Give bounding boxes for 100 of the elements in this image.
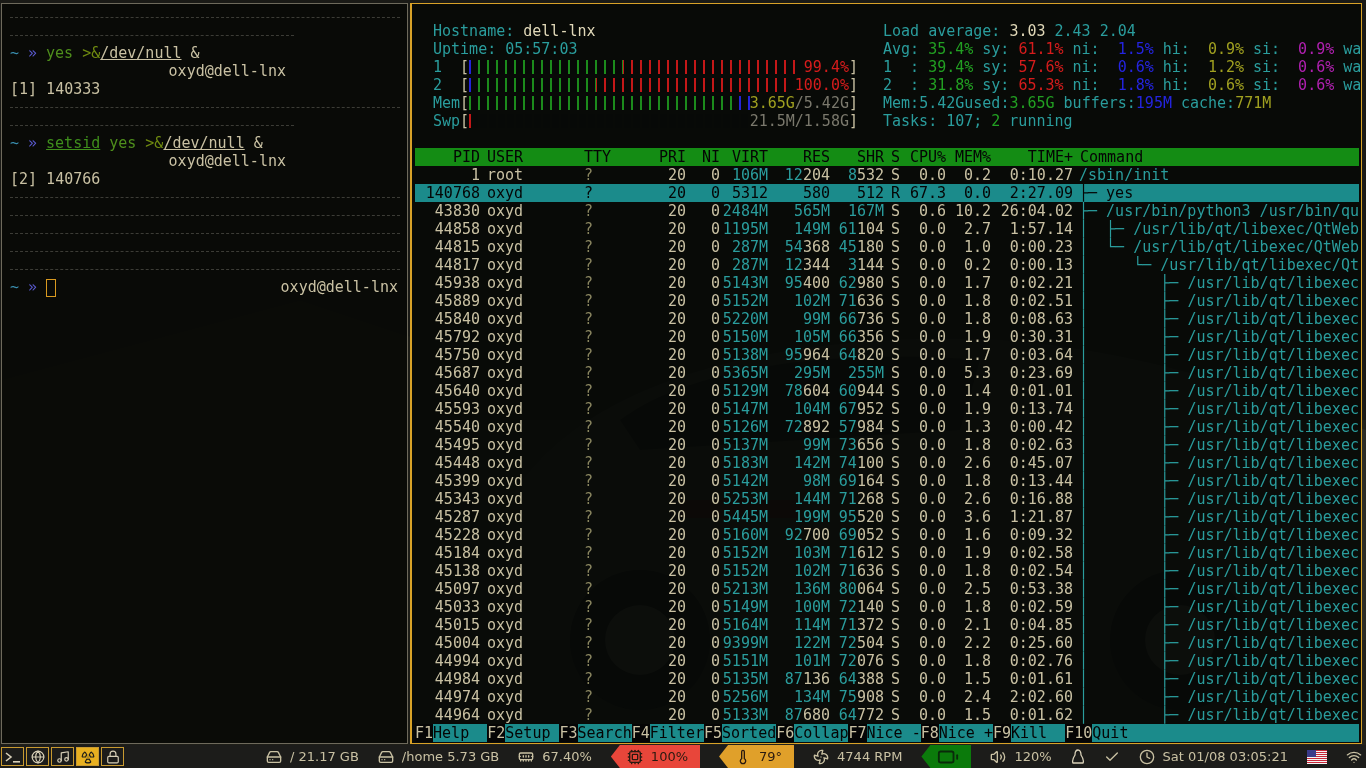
process-row[interactable]: 45015 oxyd ? 20 0 5164M 114M 71372 S 0.0 2.1 0:04.85 │ ├─ /usr/lib/qt/libexec: [415, 616, 1359, 634]
table-cell-text: 0: [709, 670, 720, 688]
process-row[interactable]: 45097 oxyd ? 20 0 5213M 136M 80064 S 0.0 2.5 0:53.38 │ ├─ /usr/lib/qt/libexec: [415, 580, 1359, 598]
table-cell-text: │ ├─ /usr/lib/qt/libexec: [1078, 472, 1359, 490]
column-header[interactable]: VIRT: [720, 148, 768, 166]
process-row[interactable]: 45750 oxyd ? 20 0 5138M 95964 64820 S 0.0 1.7 0:03.64 │ ├─ /usr/lib/qt/libexec: [415, 346, 1359, 364]
process-row[interactable]: 140768 oxyd ? 20 0 5312 580 512 R 67.3 0.0 2:27.09 ├─ yes: [415, 184, 1359, 202]
process-row[interactable]: 45343 oxyd ? 20 0 5253M 144M 71268 S 0.0 2.6 0:16.88 │ ├─ /usr/lib/qt/libexec: [415, 490, 1359, 508]
process-row[interactable]: 45540 oxyd ? 20 0 5126M 72892 57984 S 0.0 1.3 0:00.42 │ ├─ /usr/lib/qt/libexec: [415, 418, 1359, 436]
function-key-button[interactable]: Filter: [649, 724, 704, 742]
table-cell-text: 5213M: [721, 580, 768, 598]
column-header[interactable]: RES: [768, 148, 830, 166]
process-row[interactable]: 44858 oxyd ? 20 0 1195M 149M 61104 S 0.0 2.7 1:57.14 │ ├─ /usr/lib/qt/libexec/QtWeb: [415, 220, 1359, 238]
process-row[interactable]: 45033 oxyd ? 20 0 5149M 100M 72140 S 0.0 1.8 0:02.59 │ ├─ /usr/lib/qt/libexec: [415, 598, 1359, 616]
table-cell-text: 114M: [792, 616, 830, 634]
process-row[interactable]: 45495 oxyd ? 20 0 5137M 99M 73656 S 0.0 1.8 0:02.63 │ ├─ /usr/lib/qt/libexec: [415, 436, 1359, 454]
status-text: 79°: [759, 749, 783, 764]
process-row[interactable]: 45640 oxyd ? 20 0 5129M 78604 60944 S 0.0 1.4 0:01.01 │ ├─ /usr/lib/qt/libexec: [415, 382, 1359, 400]
function-key-button[interactable]: Setup: [505, 724, 560, 742]
info-text: 1.2%: [1206, 58, 1244, 76]
table-cell-text: S: [890, 382, 901, 400]
process-row[interactable]: 44984 oxyd ? 20 0 5135M 87136 64388 S 0.0 1.5 0:01.61 │ ├─ /usr/lib/qt/libexec: [415, 670, 1359, 688]
table-cell-text: S: [890, 310, 901, 328]
prompt-directory: ~: [10, 278, 20, 296]
meter-label: Mem: [433, 94, 461, 112]
function-key-button[interactable]: Nice -: [866, 724, 921, 742]
process-row[interactable]: 44994 oxyd ? 20 0 5151M 101M 72076 S 0.0 1.8 0:02.76 │ ├─ /usr/lib/qt/libexec: [415, 652, 1359, 670]
table-cell-text: ?: [583, 562, 595, 580]
function-key-button[interactable]: Sorted: [722, 724, 777, 742]
table-cell-text: 54368: [783, 238, 830, 256]
table-cell-text: 66736: [837, 310, 884, 328]
column-header[interactable]: Command: [1073, 148, 1359, 166]
workspace-button[interactable]: [1, 747, 24, 766]
table-cell-text: 2:27.09: [1008, 184, 1073, 202]
column-header[interactable]: CPU%: [901, 148, 946, 166]
process-row[interactable]: 45889 oxyd ? 20 0 5152M 102M 71636 S 0.0 1.8 0:02.51 │ ├─ /usr/lib/qt/libexec: [415, 292, 1359, 310]
process-row[interactable]: 45593 oxyd ? 20 0 5147M 104M 67952 S 0.0 1.9 0:13.74 │ ├─ /usr/lib/qt/libexec: [415, 400, 1359, 418]
process-row[interactable]: 45938 oxyd ? 20 0 5143M 95400 62980 S 0.0 1.7 0:02.21 │ ├─ /usr/lib/qt/libexec: [415, 274, 1359, 292]
column-header[interactable]: S: [884, 148, 901, 166]
table-cell-text: 5256M: [721, 688, 768, 706]
function-key-button[interactable]: Quit: [1092, 724, 1359, 742]
column-header[interactable]: TIME+: [991, 148, 1073, 166]
process-row[interactable]: 45687 oxyd ? 20 0 5365M 295M 255M S 0.0 5.3 0:23.69 │ ├─ /usr/lib/qt/libexec: [415, 364, 1359, 382]
process-row[interactable]: 43830 oxyd ? 20 0 2484M 565M 167M S 0.6 10.2 26:04.02 ├─ /usr/bin/python3 /usr/bin/qu: [415, 202, 1359, 220]
table-cell-text: 43830: [433, 202, 480, 220]
process-row[interactable]: 44964 oxyd ? 20 0 5133M 87680 64772 S 0.0 1.5 0:01.62 │ ├─ /usr/lib/qt/libexec: [415, 706, 1359, 724]
table-cell-text: 5135M: [721, 670, 768, 688]
process-row[interactable]: 1 root ? 20 0 106M 12204 8532 S 0.0 0.2 0:10.27 /sbin/init: [415, 166, 1359, 184]
table-cell-text: oxyd: [486, 400, 525, 418]
process-row[interactable]: 45184 oxyd ? 20 0 5152M 103M 71612 S 0.0 1.9 0:02.58 │ ├─ /usr/lib/qt/libexec: [415, 544, 1359, 562]
table-cell-text: 0:23.69: [1008, 364, 1073, 382]
table-cell-text: 1.9: [962, 544, 991, 562]
process-row[interactable]: 45138 oxyd ? 20 0 5152M 102M 71636 S 0.0 1.8 0:02.54 │ ├─ /usr/lib/qt/libexec: [415, 562, 1359, 580]
process-row[interactable]: 45448 oxyd ? 20 0 5183M 142M 74100 S 0.0 2.6 0:45.07 │ ├─ /usr/lib/qt/libexec: [415, 454, 1359, 472]
workspace-button[interactable]: [26, 747, 49, 766]
process-row[interactable]: 44974 oxyd ? 20 0 5256M 134M 75908 S 0.0 2.4 2:02.60 │ ├─ /usr/lib/qt/libexec: [415, 688, 1359, 706]
process-row[interactable]: 44817 oxyd ? 20 0 287M 12344 3144 S 0.0 0.2 0:00.13 │ └─ /usr/lib/qt/libexec/Qt: [415, 256, 1359, 274]
table-cell-text: │ ├─ /usr/lib/qt/libexec: [1078, 418, 1359, 436]
workspace-button[interactable]: [101, 747, 124, 766]
process-row[interactable]: 45792 oxyd ? 20 0 5150M 105M 66356 S 0.0 1.9 0:30.31 │ ├─ /usr/lib/qt/libexec: [415, 328, 1359, 346]
table-cell-text: 0: [709, 652, 720, 670]
table-cell-text: │ ├─ /usr/lib/qt/libexec: [1078, 580, 1359, 598]
process-row[interactable]: 44815 oxyd ? 20 0 287M 54368 45180 S 0.0 1.0 0:00.23 │ └─ /usr/lib/qt/libexec/QtWeb: [415, 238, 1359, 256]
column-header[interactable]: SHR: [830, 148, 884, 166]
table-cell-text: S: [890, 238, 901, 256]
command-token: /dev/null: [100, 44, 182, 62]
info-text: Uptime:: [433, 40, 497, 58]
command-token: yes: [109, 134, 137, 152]
function-key-button[interactable]: Nice +: [938, 724, 993, 742]
table-cell-text: 0: [709, 310, 720, 328]
function-key-button[interactable]: Collap: [794, 724, 849, 742]
info-text: 0.9%: [1297, 40, 1335, 58]
table-cell-text: ├─ /usr/bin/python3 /usr/bin/qu: [1078, 202, 1359, 220]
table-cell-text: 20: [666, 598, 686, 616]
function-key-button[interactable]: Search: [577, 724, 632, 742]
column-header[interactable]: MEM%: [946, 148, 991, 166]
column-header[interactable]: PRI: [641, 148, 686, 166]
process-row[interactable]: 45287 oxyd ? 20 0 5445M 199M 95520 S 0.0 3.6 1:21.87 │ ├─ /usr/lib/qt/libexec: [415, 508, 1359, 526]
table-cell-text: 8532: [846, 166, 884, 184]
table-cell-text: 9399M: [721, 634, 768, 652]
process-row[interactable]: 45228 oxyd ? 20 0 5160M 92700 69052 S 0.0 1.6 0:09.32 │ ├─ /usr/lib/qt/libexec: [415, 526, 1359, 544]
function-key-button[interactable]: Help: [433, 724, 488, 742]
table-cell-text: 45015: [433, 616, 480, 634]
table-cell-text: /sbin/init: [1078, 166, 1171, 184]
workspace-button[interactable]: [76, 747, 99, 766]
info-text: 39.4%: [928, 58, 974, 76]
process-row[interactable]: 45399 oxyd ? 20 0 5142M 98M 69164 S 0.0 1.8 0:13.44 │ ├─ /usr/lib/qt/libexec: [415, 472, 1359, 490]
process-row[interactable]: 45004 oxyd ? 20 0 9399M 122M 72504 S 0.0 2.2 0:25.60 │ ├─ /usr/lib/qt/libexec: [415, 634, 1359, 652]
function-key-button[interactable]: Kill: [1011, 724, 1066, 742]
table-cell-text: 2.1: [962, 616, 991, 634]
column-header[interactable]: TTY: [577, 148, 641, 166]
column-header[interactable]: USER: [480, 148, 577, 166]
column-header[interactable]: NI: [686, 148, 720, 166]
column-header[interactable]: PID: [415, 148, 480, 166]
table-cell-text: 1195M: [721, 220, 768, 238]
process-row[interactable]: 45840 oxyd ? 20 0 5220M 99M 66736 S 0.0 1.8 0:08.63 │ ├─ /usr/lib/qt/libexec: [415, 310, 1359, 328]
workspace-button[interactable]: [51, 747, 74, 766]
meter-reading: 21.5M/1.58G: [749, 112, 849, 130]
table-cell-text: 149M: [792, 220, 830, 238]
table-cell-text: 20: [666, 544, 686, 562]
